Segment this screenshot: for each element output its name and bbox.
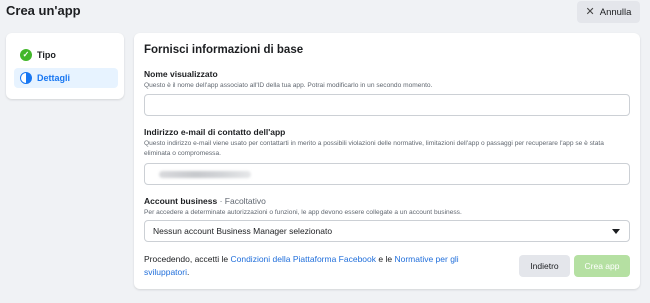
business-account-label-text: Account business xyxy=(144,196,218,206)
page-title: Crea un'app xyxy=(6,3,81,18)
cancel-label: Annulla xyxy=(599,6,632,18)
contact-email-input[interactable] xyxy=(144,163,630,185)
details-form-card: Fornisci informazioni di base Nome visua… xyxy=(134,33,640,289)
terms-suffix: . xyxy=(187,266,190,277)
step-dettagli[interactable]: Dettagli xyxy=(14,68,118,88)
chevron-down-icon xyxy=(612,229,620,234)
step-navigator: ✓ Tipo Dettagli xyxy=(6,33,124,99)
cancel-button[interactable]: ✕ Annulla xyxy=(577,1,640,23)
platform-terms-link[interactable]: Condizioni della Piattaforma Facebook xyxy=(230,254,376,264)
business-account-select[interactable]: Nessun account Business Manager selezion… xyxy=(144,220,630,242)
step-label: Dettagli xyxy=(37,73,71,83)
check-circle-icon: ✓ xyxy=(20,49,32,61)
redacted-email-value xyxy=(159,171,251,178)
display-name-help: Questo è il nome dell'app associato all'… xyxy=(144,82,433,89)
step-label: Tipo xyxy=(37,50,56,60)
business-account-selected: Nessun account Business Manager selezion… xyxy=(153,226,333,236)
optional-tag: · Facoltativo xyxy=(219,196,266,206)
form-title: Fornisci informazioni di base xyxy=(144,44,304,56)
half-circle-icon xyxy=(20,72,32,84)
display-name-label: Nome visualizzato xyxy=(144,69,218,79)
close-icon: ✕ xyxy=(585,5,595,18)
contact-email-label: Indirizzo e-mail di contatto dell'app xyxy=(144,127,286,137)
display-name-input[interactable] xyxy=(144,94,630,116)
contact-email-help: Questo indirizzo e-mail viene usato per … xyxy=(144,140,604,157)
business-account-label: Account business · Facoltativo xyxy=(144,196,266,206)
create-app-button[interactable]: Crea app xyxy=(574,255,630,277)
business-account-help: Per accedere a determinate autorizzazion… xyxy=(144,209,462,216)
step-tipo[interactable]: ✓ Tipo xyxy=(14,45,118,65)
terms-middle: e le xyxy=(376,254,395,264)
top-bar: Crea un'app ✕ Annulla xyxy=(0,0,650,26)
terms-prefix: Procedendo, accetti le xyxy=(144,254,231,264)
back-button[interactable]: Indietro xyxy=(519,255,570,277)
terms-text: Procedendo, accetti le Condizioni della … xyxy=(144,253,504,278)
